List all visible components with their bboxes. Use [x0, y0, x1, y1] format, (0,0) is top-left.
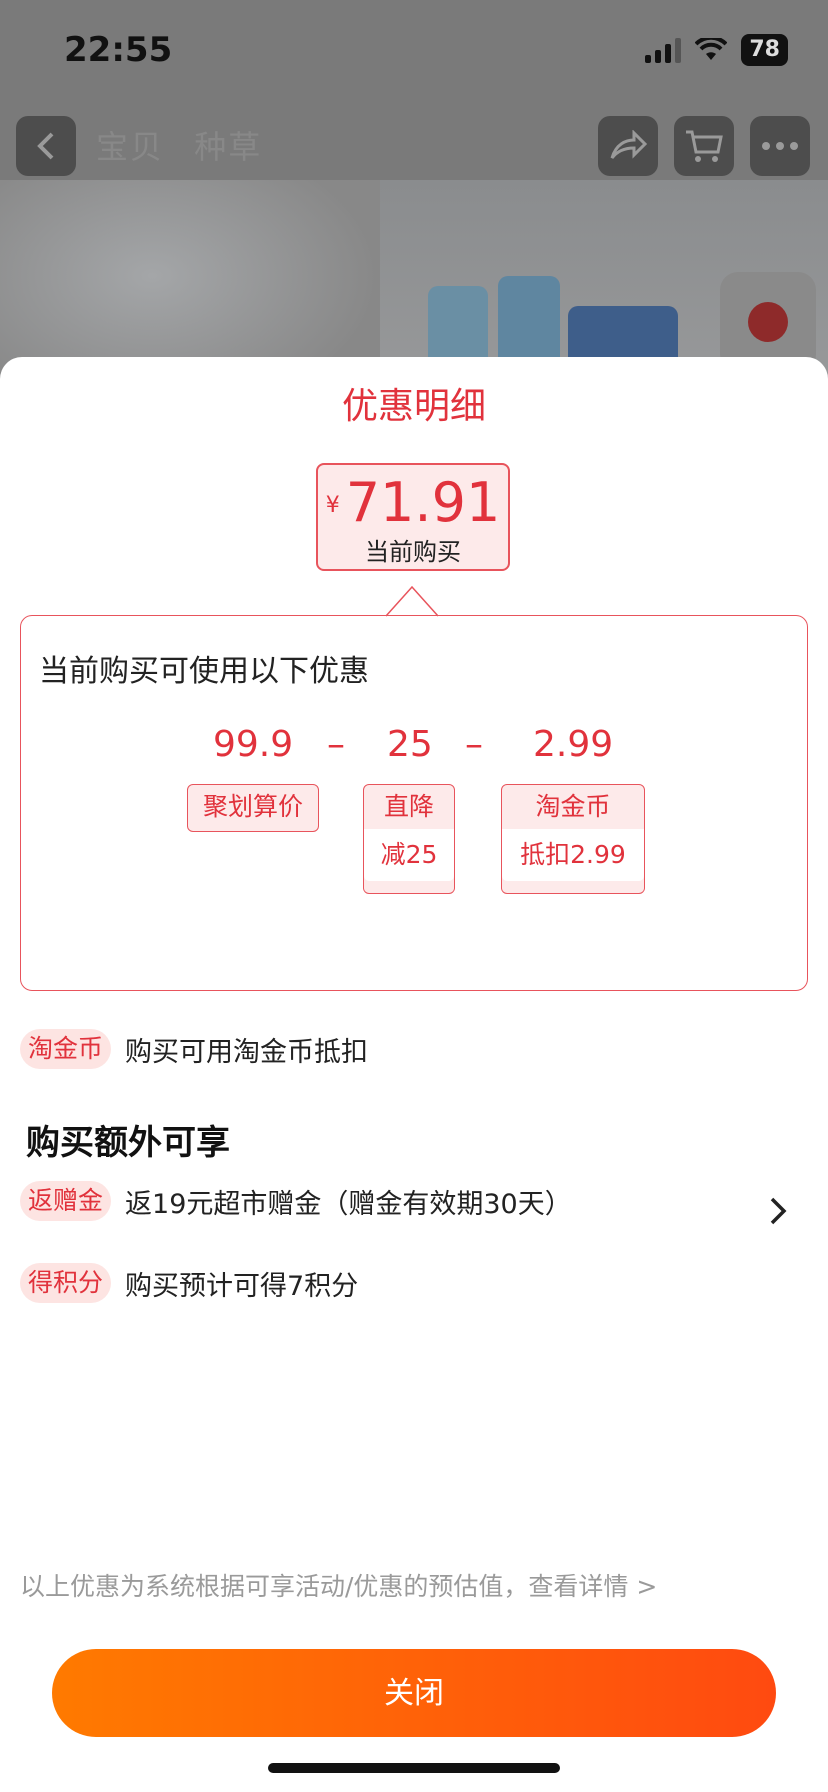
formula-base-price: 99.9 [213, 724, 294, 765]
home-indicator [268, 1763, 560, 1773]
minus-sign: – [465, 724, 483, 765]
share-icon [610, 130, 648, 159]
points-text: 购买预计可得7积分 [125, 1270, 359, 1302]
cart-icon [686, 130, 723, 162]
points-row: 得积分 购买预计可得7积分 [20, 1263, 358, 1303]
coin-row: 淘金币 购买可用淘金币抵扣 [20, 1029, 368, 1069]
cart-button[interactable] [674, 116, 734, 176]
minus-sign: – [327, 724, 345, 765]
estimate-note-link[interactable]: 以上优惠为系统根据可享活动/优惠的预估值，查看详情 > [20, 1567, 657, 1603]
gift-cash-row[interactable]: 返赠金 返19元超市赠金（赠金有效期30天） [20, 1181, 572, 1221]
breakdown-heading: 当前购买可使用以下优惠 [39, 654, 369, 689]
points-pill: 得积分 [20, 1263, 112, 1303]
formula-coin-discount: 2.99 [533, 724, 614, 765]
extra-benefits-title: 购买额外可享 [26, 1123, 230, 1163]
product-tabs: 宝贝 种草 [96, 122, 280, 168]
signal-icon [645, 37, 682, 63]
product-image-bottle [498, 276, 560, 366]
wifi-icon [695, 38, 728, 60]
tag-label: 聚划算价 [202, 792, 303, 821]
status-time: 22:55 [64, 30, 173, 70]
more-button[interactable] [750, 116, 810, 176]
current-price: ¥71.91 [318, 471, 508, 538]
currency-symbol: ¥ [325, 493, 340, 519]
price-caption: 当前购买 [365, 538, 461, 567]
tag-coin-discount: 淘金币 抵扣2.99 [501, 784, 645, 894]
tag-direct-discount: 直降 减25 [363, 784, 455, 894]
tag-sub-label: 减25 [364, 829, 454, 881]
back-button[interactable] [16, 116, 76, 176]
coin-pill: 淘金币 [20, 1029, 112, 1069]
close-button[interactable]: 关闭 [52, 1649, 776, 1737]
chevron-right-icon[interactable] [768, 1195, 788, 1227]
discount-breakdown-panel: 当前购买可使用以下优惠 99.9 – 25 – 2.99 聚划算价 直降 减25… [20, 615, 808, 991]
price-value: 71.91 [345, 471, 501, 534]
tag-sub-label: 抵扣2.99 [502, 829, 644, 881]
detail-pointer [386, 585, 438, 617]
tab-baobei[interactable]: 宝贝 [96, 128, 164, 166]
tab-zhongcao[interactable]: 种草 [194, 128, 262, 166]
share-button[interactable] [598, 116, 658, 176]
current-price-box: ¥71.91 当前购买 [316, 463, 510, 571]
sheet-title: 优惠明细 [341, 386, 486, 427]
battery-indicator: 78 [741, 34, 788, 66]
coin-row-text: 购买可用淘金币抵扣 [125, 1036, 369, 1068]
tag-juhuasuan-price: 聚划算价 [187, 784, 319, 832]
tag-label: 淘金币 [535, 792, 611, 821]
chart-icon [748, 302, 788, 342]
gift-cash-pill: 返赠金 [20, 1181, 112, 1221]
gift-cash-text: 返19元超市赠金（赠金有效期30天） [125, 1188, 572, 1220]
more-icon [762, 142, 798, 150]
discount-detail-sheet: 优惠明细 ¥71.91 当前购买 当前购买可使用以下优惠 99.9 – 25 –… [0, 357, 828, 1792]
product-image-bottle [428, 286, 488, 366]
status-icons: 78 [645, 34, 788, 66]
formula-direct-discount: 25 [387, 724, 433, 765]
chevron-left-icon [37, 132, 54, 160]
tag-label: 直降 [383, 792, 434, 821]
